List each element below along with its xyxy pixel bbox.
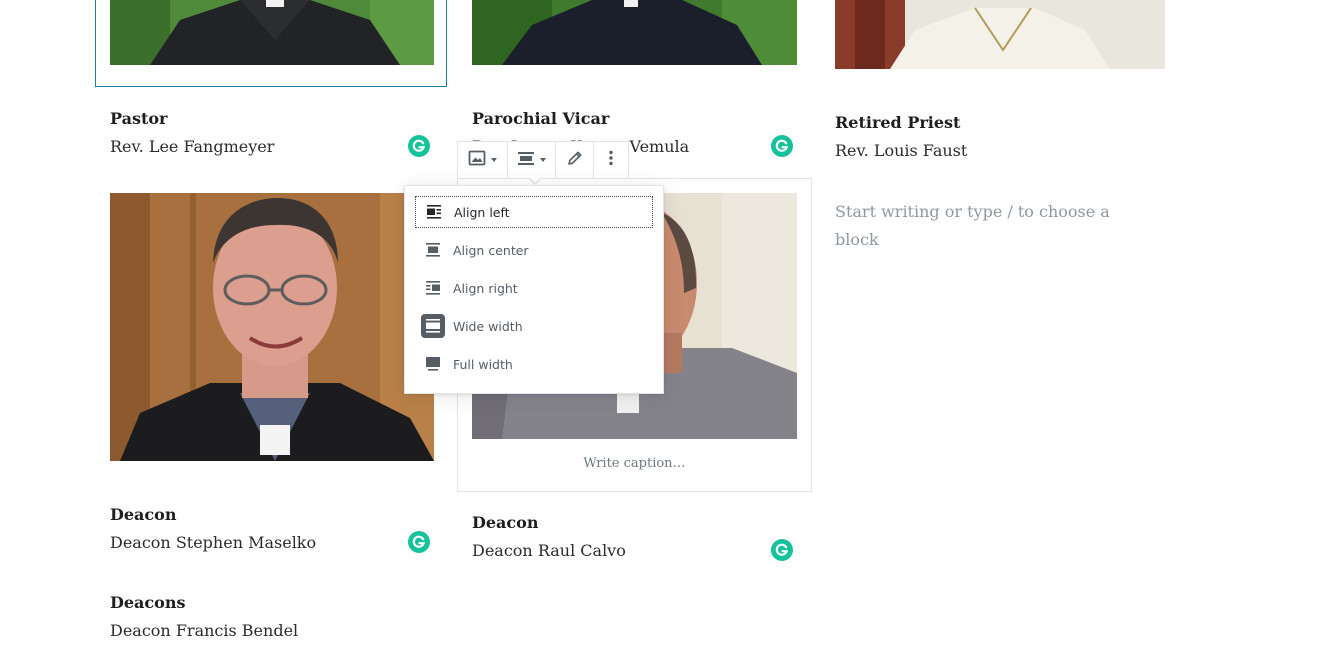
- grammarly-icon[interactable]: [771, 135, 793, 157]
- parochial-vicar-photo[interactable]: [472, 0, 797, 65]
- align-icon: [517, 149, 535, 171]
- align-center-icon: [421, 238, 445, 262]
- pastor-name[interactable]: Rev. Lee Fangmeyer: [110, 137, 274, 156]
- change-alignment-button[interactable]: [508, 142, 556, 178]
- image-icon: [468, 149, 486, 171]
- align-wide-icon: [421, 314, 445, 338]
- chevron-down-icon: [540, 158, 546, 162]
- menu-item-label: Wide width: [453, 318, 523, 334]
- deacons-role[interactable]: Deacons: [110, 593, 185, 612]
- pastor-role[interactable]: Pastor: [110, 109, 167, 128]
- menu-item-label: Align center: [453, 242, 529, 258]
- retired-priest-photo[interactable]: [835, 0, 1165, 69]
- retired-priest-name[interactable]: Rev. Louis Faust: [835, 141, 967, 160]
- paragraph-placeholder[interactable]: Start writing or type / to choose a bloc…: [835, 198, 1115, 254]
- menu-item-wide-width[interactable]: Wide width: [415, 310, 653, 342]
- caption-input[interactable]: Write caption…: [472, 456, 797, 471]
- menu-item-align-left[interactable]: Align left: [415, 196, 653, 228]
- edit-image-button[interactable]: [556, 142, 594, 178]
- grammarly-icon[interactable]: [408, 135, 430, 157]
- menu-item-align-right[interactable]: Align right: [415, 272, 653, 304]
- align-full-width-icon: [421, 352, 445, 376]
- alignment-menu: Align left Align center Align right Wide…: [404, 185, 664, 394]
- parochial-vicar-role[interactable]: Parochial Vicar: [472, 109, 609, 128]
- deacon-calvo-role[interactable]: Deacon: [472, 513, 538, 532]
- menu-item-align-center[interactable]: Align center: [415, 234, 653, 266]
- deacon-calvo-name[interactable]: Deacon Raul Calvo: [472, 541, 626, 560]
- block-toolbar: [457, 141, 629, 179]
- menu-item-label: Align left: [454, 204, 510, 220]
- align-right-icon: [421, 276, 445, 300]
- more-options-button[interactable]: [594, 142, 628, 178]
- menu-item-label: Align right: [453, 280, 518, 296]
- pencil-icon: [566, 149, 584, 171]
- deacon-maselko-role[interactable]: Deacon: [110, 505, 176, 524]
- toolbar-arrow-inner: [529, 177, 541, 183]
- deacon-bendel-name[interactable]: Deacon Francis Bendel: [110, 621, 298, 640]
- menu-item-full-width[interactable]: Full width: [415, 348, 653, 380]
- align-left-icon: [422, 200, 446, 224]
- chevron-down-icon: [491, 158, 497, 162]
- grammarly-icon[interactable]: [771, 539, 793, 561]
- change-block-type-button[interactable]: [458, 142, 508, 178]
- deacon-maselko-name[interactable]: Deacon Stephen Maselko: [110, 533, 316, 552]
- deacon-maselko-photo[interactable]: [110, 193, 434, 461]
- selected-image-frame: [95, 0, 447, 87]
- retired-priest-role[interactable]: Retired Priest: [835, 113, 960, 132]
- grammarly-icon[interactable]: [408, 531, 430, 553]
- menu-item-label: Full width: [453, 356, 513, 372]
- more-vertical-icon: [602, 149, 620, 171]
